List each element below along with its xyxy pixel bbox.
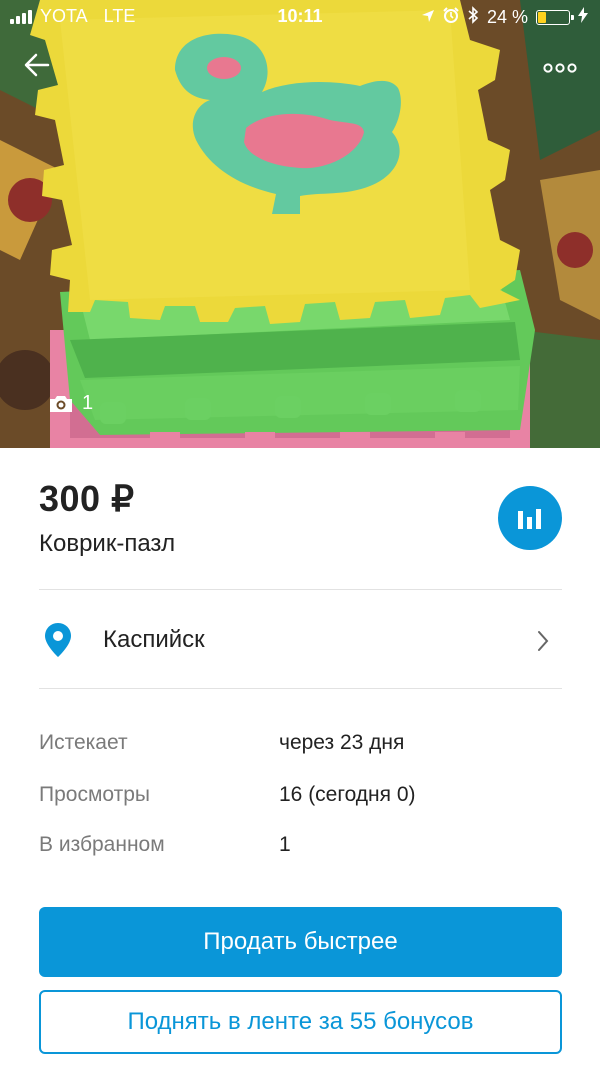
expires-label: Истекает — [39, 731, 128, 754]
favorites-label: В избранном — [39, 833, 165, 856]
location-pin-icon — [45, 623, 71, 657]
location-arrow-icon — [421, 7, 435, 28]
product-image — [0, 0, 600, 448]
views-value: 16 (сегодня 0) — [279, 783, 416, 806]
location-city: Каспийск — [103, 626, 205, 653]
more-dots-icon — [543, 63, 577, 73]
charging-bolt-icon — [578, 7, 588, 28]
divider — [39, 688, 562, 689]
photo-count-value: 1 — [82, 392, 94, 414]
status-bar: YOTA LTE 10:11 24 % — [0, 0, 600, 34]
arrow-left-icon — [24, 53, 50, 77]
camera-icon — [50, 395, 72, 412]
listing-photo[interactable]: YOTA LTE 10:11 24 % 1 — [0, 0, 600, 448]
alarm-icon — [443, 7, 459, 28]
chevron-right-icon — [538, 631, 549, 651]
sell-faster-button[interactable]: Продать быстрее — [39, 907, 562, 977]
back-button[interactable] — [22, 50, 62, 86]
photo-counter: 1 — [48, 392, 93, 415]
expires-value: через 23 дня — [279, 731, 405, 754]
location-row[interactable]: Каспийск — [0, 590, 600, 688]
favorites-value: 1 — [279, 833, 291, 856]
battery-icon — [536, 10, 574, 25]
views-label: Просмотры — [39, 783, 150, 806]
statistics-button[interactable] — [498, 486, 562, 550]
bar-chart-icon — [518, 509, 541, 529]
listing-title: Коврик-пазл — [39, 530, 176, 557]
more-options-button[interactable] — [540, 54, 580, 82]
bump-listing-button[interactable]: Поднять в ленте за 55 бонусов — [39, 990, 562, 1054]
battery-percent: 24 % — [486, 7, 528, 27]
listing-price: 300 ₽ — [39, 478, 135, 519]
bluetooth-icon — [467, 6, 479, 29]
